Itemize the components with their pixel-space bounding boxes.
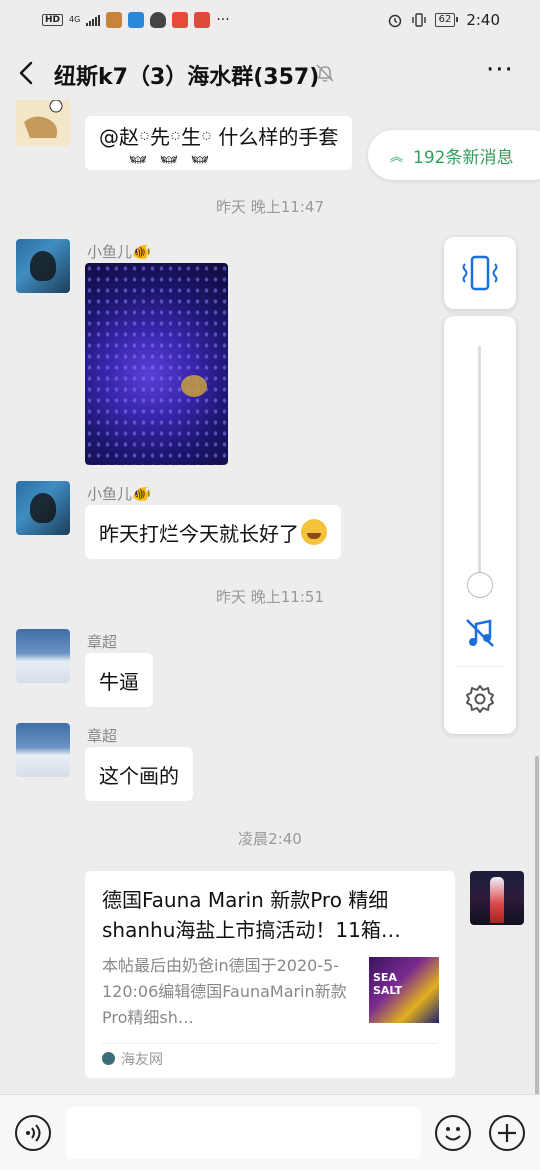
volume-slider-thumb[interactable]	[467, 572, 493, 598]
clock: 2:40	[466, 11, 500, 29]
message-input[interactable]	[66, 1107, 421, 1159]
app-notification-icon	[172, 12, 189, 28]
app-notification-icon	[128, 12, 145, 28]
battery-icon: 62	[434, 13, 459, 27]
source-icon	[102, 1052, 115, 1065]
emoji-button[interactable]	[435, 1115, 471, 1151]
message-text: 昨天打烂今天就长好了	[99, 521, 299, 546]
avatar[interactable]	[16, 723, 70, 777]
voice-input-button[interactable]	[15, 1115, 51, 1151]
link-card-description: 本帖最后由奶爸in德国于2020-5-120:06编辑德国FaunaMarin新…	[102, 956, 347, 1027]
gear-icon[interactable]	[465, 684, 495, 714]
my-avatar[interactable]	[470, 871, 524, 925]
link-card-title: 德国Fauna Marin 新款Pro 精细shanhu海盐上市搞活动！11箱…	[102, 888, 401, 942]
app-notification-icon	[106, 12, 123, 28]
sender-name: 小鱼儿🐠	[87, 243, 151, 261]
network-type: 4G	[69, 15, 81, 24]
scrollbar[interactable]	[535, 756, 539, 1096]
message-bubble[interactable]: 牛逼	[85, 653, 153, 707]
image-message[interactable]	[85, 263, 228, 465]
new-messages-button[interactable]: ︽ 192条新消息	[368, 130, 540, 180]
link-card[interactable]: 德国Fauna Marin 新款Pro 精细shanhu海盐上市搞活动！11箱……	[85, 871, 455, 1078]
avatar[interactable]	[16, 239, 70, 293]
alarm-icon	[388, 14, 401, 28]
double-chevron-up-icon: ︽	[390, 149, 404, 165]
avatar[interactable]	[16, 100, 70, 146]
avatar[interactable]	[16, 629, 70, 683]
vibrate-icon	[462, 255, 498, 291]
more-options-button[interactable]: ···	[486, 57, 514, 83]
voice-icon	[26, 1124, 41, 1142]
more-notifications-icon: ···	[216, 12, 230, 28]
book-app-icon	[194, 12, 211, 28]
timestamp: 凌晨2:40	[238, 830, 302, 848]
laugh-cry-emoji-icon	[301, 519, 327, 545]
sender-name: 小鱼儿🐠	[87, 485, 151, 503]
divider	[102, 1043, 438, 1044]
hd-badge: HD	[42, 14, 64, 26]
sender-name: 章超	[87, 633, 118, 651]
timestamp: 昨天 晚上11:47	[216, 198, 324, 216]
divider	[456, 666, 504, 667]
message-bubble[interactable]: @赵࿆先࿆生࿆ 什么样的手套	[85, 116, 353, 170]
message-bubble[interactable]: 这个画的	[85, 747, 193, 801]
link-card-thumbnail	[369, 957, 439, 1023]
message-bubble[interactable]: 昨天打烂今天就长好了	[85, 505, 341, 559]
input-bar	[0, 1094, 540, 1170]
volume-panel	[444, 316, 516, 734]
ringer-mode-button[interactable]	[444, 237, 516, 309]
plus-icon	[498, 1124, 516, 1142]
status-bar: HD 4G ··· 62 2:40	[0, 0, 540, 40]
new-messages-label: 192条新消息	[413, 147, 514, 168]
signal-icon	[86, 14, 101, 26]
link-card-source: 海友网	[121, 1052, 163, 1068]
volume-slider[interactable]	[478, 346, 481, 584]
avatar[interactable]	[16, 481, 70, 535]
chat-header: 纽斯k7（3）海水群(357) ···	[0, 40, 540, 106]
chat-title: 纽斯k7（3）海水群(357)	[54, 65, 320, 90]
sender-name: 章超	[87, 727, 118, 745]
emoji-icon	[445, 1127, 461, 1141]
qq-icon	[150, 12, 167, 28]
chevron-left-icon[interactable]	[14, 60, 40, 86]
vibrate-status-icon	[411, 13, 426, 27]
music-off-icon[interactable]	[463, 616, 497, 650]
more-functions-button[interactable]	[489, 1115, 525, 1151]
bell-off-icon	[316, 64, 334, 82]
